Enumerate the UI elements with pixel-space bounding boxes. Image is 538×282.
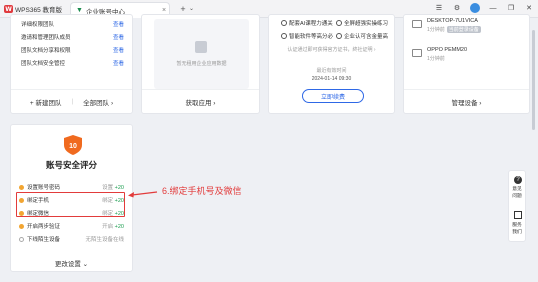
help-question-icon[interactable]: ? [514,176,522,184]
security-item[interactable]: 下线陌生设备 无陌生设备在线 [19,234,124,244]
monitor-icon [412,49,422,57]
view-link[interactable]: 查看 [113,33,124,41]
team-row: 团队文档安全管控 查看 [21,59,124,67]
app-v-icon: ▼ [76,7,83,14]
page-scrollbar[interactable] [532,30,535,130]
certificate-note[interactable]: 认证通过即可获得官方证书，終社证明 › [269,46,394,53]
check-circle-icon [335,20,342,26]
annotation-arrow-icon [128,191,158,198]
minimize-button[interactable]: — [488,5,498,12]
tab-dropdown-icon[interactable]: ⌄ [189,5,194,12]
menu-icon[interactable]: ☰ [434,4,444,12]
app-placeholder-icon [195,41,207,53]
warning-dot-icon [19,184,24,190]
warning-dot-icon [19,223,24,229]
renew-button[interactable]: 立即续费 [302,89,364,103]
security-score: 10 [69,143,77,150]
all-teams-link[interactable]: 全部团队 › [83,97,113,107]
service-card: 配套AI课程力通关 全屏超强实操练习 智能软件等高分必 企业认可含金量高 认证通… [268,14,395,114]
check-circle-icon [281,20,287,26]
new-tab-button[interactable]: + [176,4,190,14]
team-row: 详细权限团队 查看 [21,20,124,28]
apps-card: 暂无租用企业应用数据 获取应用 › [141,14,260,114]
settings-icon[interactable]: ⚙ [452,4,462,12]
wps-app-logo[interactable]: W WPS365 教育版 [4,4,62,14]
service-label[interactable]: 我们 [509,230,525,236]
close-window-button[interactable]: ✕ [524,4,534,12]
tab-close-icon[interactable]: × [159,7,169,14]
wps-logo-icon: W [4,5,14,13]
devices-card: DESKTOP-7U1VICA 1分钟前 当前登录设备 OPPO PEMM20 … [403,14,530,114]
current-device-badge: 当前登录设备 [446,26,481,33]
apps-card-footer: 获取应用 › [142,89,259,113]
floating-helper: ? 意见 问题 服务 我们 [508,170,526,242]
security-item[interactable]: 开启两步验证 开启 +20 [19,221,124,231]
team-card: 详细权限团队 查看 邀请和管理团队成员 查看 团队文档分享和权限 查看 团队文档… [10,14,133,114]
device-last-seen: 1分钟前 [427,56,445,62]
devices-card-footer: 管理设备 › [404,89,529,113]
device-name: DESKTOP-7U1VICA [427,18,478,24]
window-controls: ☰ ⚙ — ❐ ✕ [434,3,534,13]
check-circle-icon [335,33,342,39]
annotation-text: 6.绑定手机号及微信 [162,186,242,196]
annotation-highlight-box [16,192,125,217]
apps-placeholder: 暂无租用企业应用数据 [154,19,249,89]
service-label[interactable]: 服务 [509,223,525,229]
check-circle-icon [281,33,287,39]
team-row: 团队文档分享和权限 查看 [21,46,124,54]
view-link[interactable]: 查看 [113,46,124,54]
device-last-seen: 1分钟前 [427,27,445,33]
device-item: OPPO PEMM20 1分钟前 [412,47,523,69]
shield-score-icon: 10 [64,135,82,155]
device-name: OPPO PEMM20 [427,47,468,53]
help-label[interactable]: 意见 [509,187,525,193]
apps-empty-text: 暂无租用企业应用数据 [176,61,227,67]
security-title: 账号安全评分 [45,160,97,170]
new-team-button[interactable]: + 新建团队 [30,97,62,107]
expire-date: 2024-01-14 09:30 [311,76,352,82]
expire-label: 最近有效时间 [316,68,347,74]
maximize-button[interactable]: ❐ [506,4,516,12]
view-link[interactable]: 查看 [113,20,124,28]
help-label[interactable]: 问题 [509,194,525,200]
user-avatar[interactable] [470,3,480,13]
team-card-footer: + 新建团队 | 全部团队 › [11,89,132,113]
get-apps-link[interactable]: 获取应用 › [186,97,216,107]
change-settings-link[interactable]: 更改设置 ⌄ [11,258,132,268]
view-link[interactable]: 查看 [113,59,124,67]
app-name: WPS365 教育版 [15,7,62,14]
device-item: DESKTOP-7U1VICA 1分钟前 当前登录设备 [412,18,523,40]
qr-code-icon[interactable] [514,211,522,219]
info-dot-icon [19,236,24,242]
service-feature-row: 智能软件等高分必 企业认可含金量高 [281,31,388,41]
divider: | [71,98,74,105]
security-item[interactable]: 设置账号密码 设置 +20 [19,182,124,192]
service-feature-row: 配套AI课程力通关 全屏超强实操练习 [281,18,388,28]
team-row: 邀请和管理团队成员 查看 [21,33,124,41]
monitor-icon [412,20,422,28]
manage-devices-link[interactable]: 管理设备 › [452,97,482,107]
